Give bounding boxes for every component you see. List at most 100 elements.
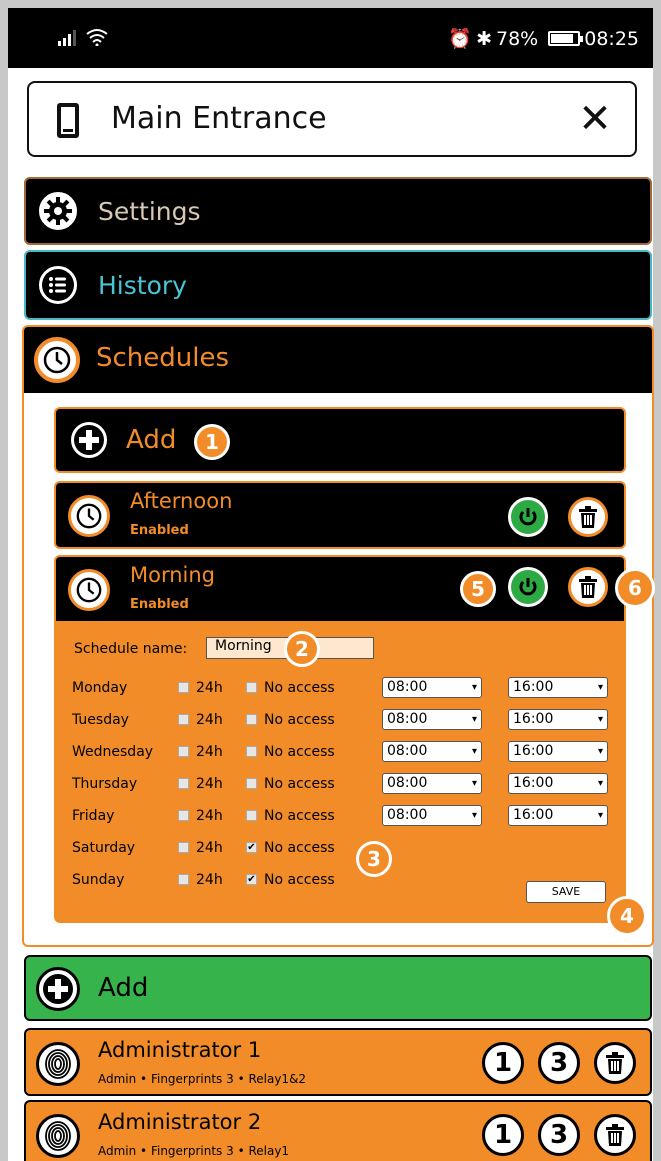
frame bbox=[0, 0, 8, 1161]
24h-checkbox[interactable] bbox=[178, 810, 189, 821]
trash-icon bbox=[606, 1052, 624, 1074]
trash-icon bbox=[579, 506, 597, 528]
no-access-label: No access bbox=[264, 808, 335, 824]
start-time-select[interactable]: 08:00 bbox=[382, 741, 482, 762]
clock-icon bbox=[68, 495, 110, 537]
weekday-row: Saturday 24h ✔ No access bbox=[72, 836, 612, 860]
24h-checkbox[interactable] bbox=[178, 746, 189, 757]
delete-user-button[interactable] bbox=[594, 1042, 636, 1084]
trash-icon bbox=[606, 1124, 624, 1146]
callout-badge-6: 6 bbox=[615, 568, 655, 608]
weekday-label: Saturday bbox=[72, 840, 136, 856]
user-item[interactable]: Administrator 2 Admin • Fingerprints 3 •… bbox=[24, 1100, 652, 1161]
no-access-label: No access bbox=[264, 872, 335, 888]
page-title: Main Entrance bbox=[111, 101, 327, 136]
24h-label: 24h bbox=[196, 840, 223, 856]
wifi-icon bbox=[86, 29, 108, 46]
callout-badge-4: 4 bbox=[607, 896, 647, 936]
close-button[interactable]: ✕ bbox=[575, 95, 615, 143]
24h-checkbox[interactable] bbox=[178, 778, 189, 789]
weekday-label: Sunday bbox=[72, 872, 125, 888]
no-access-label: No access bbox=[264, 744, 335, 760]
weekday-label: Friday bbox=[72, 808, 115, 824]
status-right: ⏰ ✱ 78% 08:25 bbox=[448, 27, 639, 51]
signal-icon bbox=[58, 30, 76, 46]
24h-checkbox[interactable] bbox=[178, 682, 189, 693]
fingerprint-count-indicator[interactable]: 3 bbox=[538, 1042, 580, 1084]
status-bar: ⏰ ✱ 78% 08:25 bbox=[8, 8, 653, 68]
start-time-select[interactable]: 08:00 bbox=[382, 709, 482, 730]
schedules-header[interactable]: Schedules bbox=[24, 327, 652, 393]
relay-1-indicator[interactable]: 1 bbox=[482, 1114, 524, 1156]
gear-icon bbox=[36, 189, 80, 233]
section-settings[interactable]: Settings bbox=[24, 177, 652, 245]
24h-label: 24h bbox=[196, 808, 223, 824]
no-access-checkbox[interactable]: ✔ bbox=[246, 874, 257, 885]
no-access-label: No access bbox=[264, 840, 335, 856]
no-access-checkbox[interactable] bbox=[246, 778, 257, 789]
weekday-row: Friday 24h No access 08:00 16:00 bbox=[72, 804, 612, 828]
relay-1-indicator[interactable]: 1 bbox=[482, 1042, 524, 1084]
alarm-icon: ⏰ bbox=[448, 28, 473, 50]
user-meta: Admin • Fingerprints 3 • Relay1 bbox=[98, 1144, 290, 1158]
weekday-row: Tuesday 24h No access 08:00 16:00 bbox=[72, 708, 612, 732]
end-time-select[interactable]: 16:00 bbox=[508, 805, 608, 826]
no-access-checkbox[interactable] bbox=[246, 682, 257, 693]
24h-label: 24h bbox=[196, 744, 223, 760]
no-access-checkbox[interactable] bbox=[246, 714, 257, 725]
trash-icon bbox=[579, 576, 597, 598]
no-access-checkbox[interactable] bbox=[246, 746, 257, 757]
24h-checkbox[interactable] bbox=[178, 874, 189, 885]
schedule-header[interactable]: Morning Enabled 5 bbox=[56, 557, 624, 621]
schedule-state: Enabled bbox=[130, 597, 189, 612]
app-screen: ⏰ ✱ 78% 08:25 Main Entrance ✕ Settings H… bbox=[0, 0, 661, 1161]
power-icon bbox=[519, 578, 537, 596]
power-toggle-button[interactable] bbox=[508, 567, 548, 607]
24h-label: 24h bbox=[196, 680, 223, 696]
section-history[interactable]: History bbox=[24, 250, 652, 320]
weekday-row: Thursday 24h No access 08:00 16:00 bbox=[72, 772, 612, 796]
power-toggle-button[interactable] bbox=[508, 497, 548, 537]
user-meta: Admin • Fingerprints 3 • Relay1&2 bbox=[98, 1072, 307, 1086]
24h-label: 24h bbox=[196, 776, 223, 792]
signal-icons bbox=[58, 28, 108, 46]
start-time-select[interactable]: 08:00 bbox=[382, 773, 482, 794]
plus-icon bbox=[68, 419, 110, 461]
end-time-select[interactable]: 16:00 bbox=[508, 773, 608, 794]
delete-button[interactable] bbox=[568, 497, 608, 537]
24h-checkbox[interactable] bbox=[178, 714, 189, 725]
24h-label: 24h bbox=[196, 872, 223, 888]
end-time-select[interactable]: 16:00 bbox=[508, 709, 608, 730]
no-access-checkbox[interactable]: ✔ bbox=[246, 842, 257, 853]
clock-icon bbox=[34, 337, 80, 383]
schedule-name: Afternoon bbox=[130, 489, 233, 513]
battery-percent: 78% bbox=[496, 27, 539, 50]
weekday-label: Thursday bbox=[72, 776, 138, 792]
no-access-checkbox[interactable] bbox=[246, 810, 257, 821]
save-button[interactable]: SAVE bbox=[526, 881, 606, 903]
schedule-name: Morning bbox=[130, 563, 216, 587]
bluetooth-icon: ✱ bbox=[476, 27, 492, 50]
battery-icon bbox=[548, 31, 584, 46]
end-time-select[interactable]: 16:00 bbox=[508, 677, 608, 698]
callout-badge-3: 3 bbox=[356, 841, 392, 877]
delete-user-button[interactable] bbox=[594, 1114, 636, 1156]
device-icon bbox=[57, 103, 79, 138]
delete-button[interactable] bbox=[568, 567, 608, 607]
start-time-select[interactable]: 08:00 bbox=[382, 805, 482, 826]
weekday-label: Monday bbox=[72, 680, 128, 696]
add-user-button[interactable]: Add bbox=[24, 955, 652, 1021]
fingerprint-icon bbox=[36, 1114, 80, 1158]
schedule-item-afternoon[interactable]: Afternoon Enabled bbox=[54, 481, 626, 549]
schedule-name-label: Schedule name: bbox=[74, 641, 188, 657]
end-time-select[interactable]: 16:00 bbox=[508, 741, 608, 762]
24h-checkbox[interactable] bbox=[178, 842, 189, 853]
settings-label: Settings bbox=[98, 197, 201, 226]
title-bar: Main Entrance ✕ bbox=[27, 81, 637, 157]
clock: 08:25 bbox=[584, 27, 639, 50]
user-item[interactable]: Administrator 1 Admin • Fingerprints 3 •… bbox=[24, 1028, 652, 1096]
fingerprint-count-indicator[interactable]: 3 bbox=[538, 1114, 580, 1156]
weekday-label: Wednesday bbox=[72, 744, 154, 760]
start-time-select[interactable]: 08:00 bbox=[382, 677, 482, 698]
add-schedule-button[interactable]: Add 1 bbox=[54, 407, 626, 473]
